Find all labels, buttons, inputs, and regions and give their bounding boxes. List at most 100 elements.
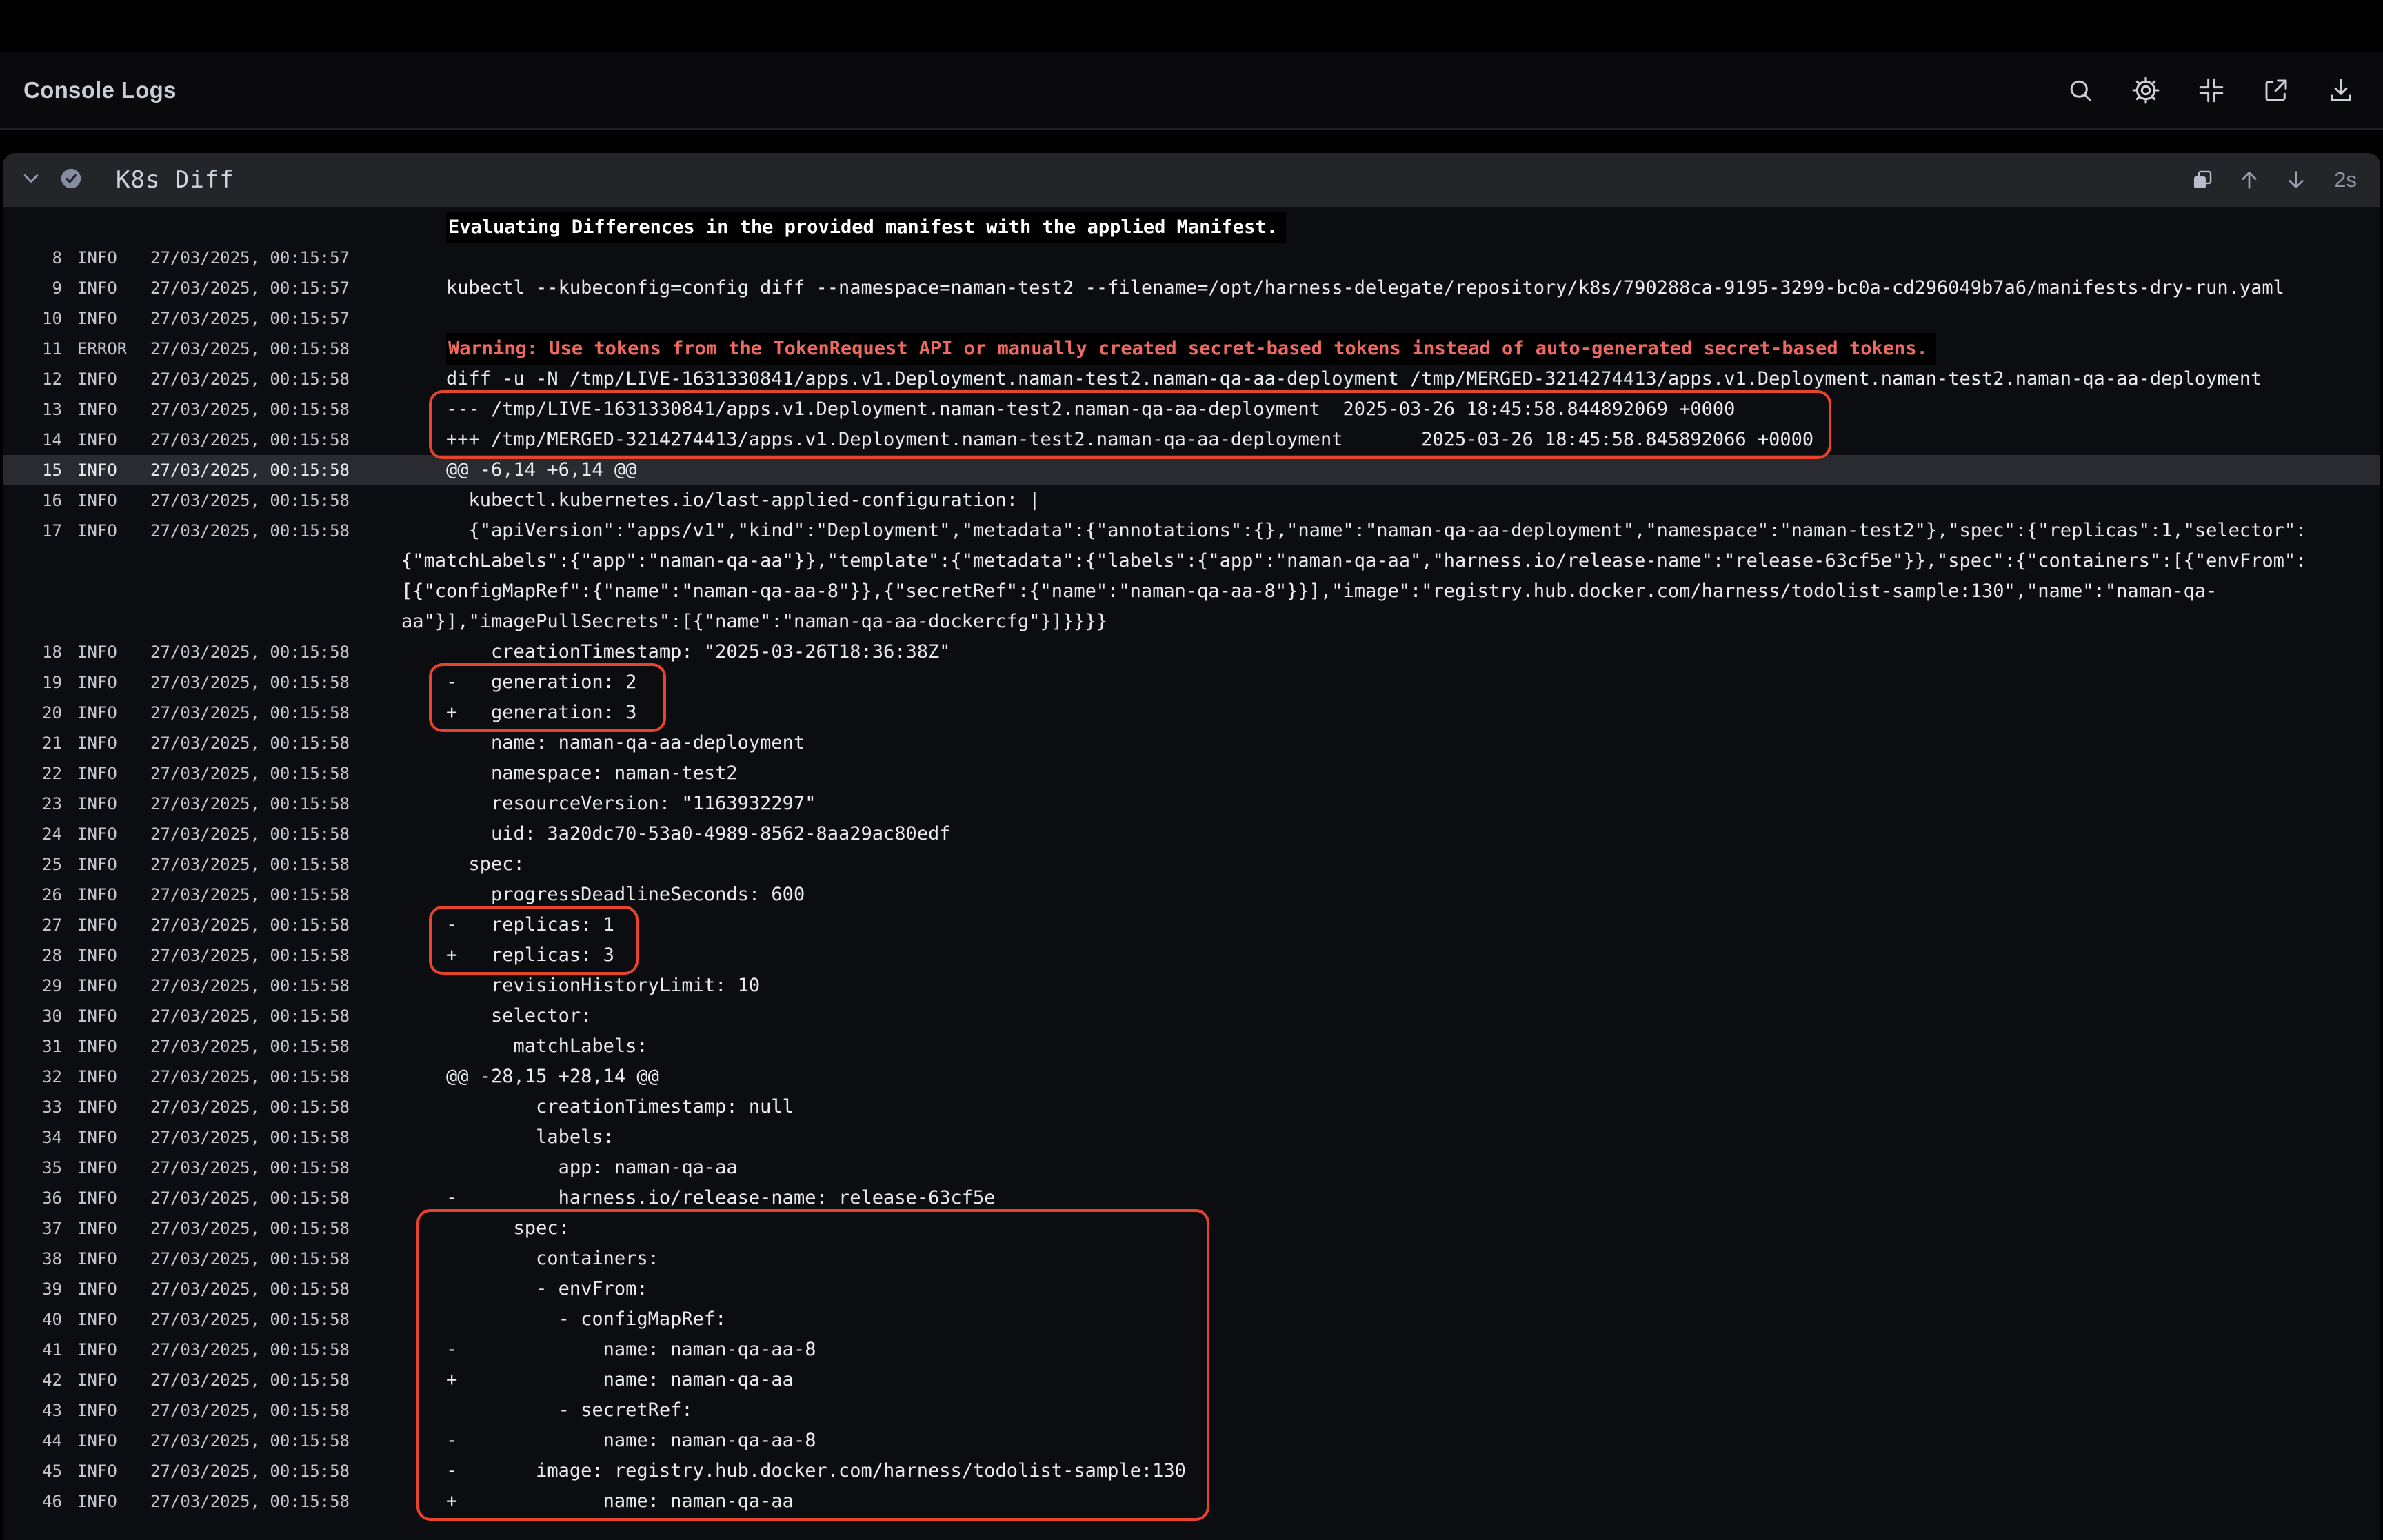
open-in-new-button[interactable] xyxy=(2262,76,2291,105)
log-message: - image: registry.hub.docker.com/harness… xyxy=(401,1456,2380,1486)
k8s-diff-step-panel: K8s Diff xyxy=(3,153,2380,1540)
log-timestamp: 27/03/2025, 00:15:58 xyxy=(150,339,401,358)
log-message: - name: naman-qa-aa-8 xyxy=(401,1426,2380,1456)
search-button[interactable] xyxy=(2066,76,2095,105)
log-level: INFO xyxy=(77,885,150,904)
log-timestamp: 27/03/2025, 00:15:57 xyxy=(150,309,401,328)
log-message: kubectl.kubernetes.io/last-applied-confi… xyxy=(401,485,2380,516)
log-timestamp: 27/03/2025, 00:15:58 xyxy=(150,369,401,389)
log-line-number: 10 xyxy=(3,309,62,328)
log-timestamp: 27/03/2025, 00:15:58 xyxy=(150,430,401,449)
collapse-button[interactable] xyxy=(2197,76,2226,105)
scroll-to-top-button[interactable] xyxy=(2238,168,2261,192)
window-top-bar xyxy=(0,0,2383,52)
log-level: INFO xyxy=(77,1401,150,1420)
log-message: + name: naman-qa-aa xyxy=(401,1365,2380,1395)
log-timestamp: 27/03/2025, 00:15:58 xyxy=(150,521,401,540)
log-level: INFO xyxy=(77,1249,150,1268)
log-row: 10INFO27/03/2025, 00:15:57 xyxy=(3,303,2380,334)
log-level: INFO xyxy=(77,946,150,965)
log-timestamp: 27/03/2025, 00:15:58 xyxy=(150,1188,401,1208)
k8s-diff-step-header[interactable]: K8s Diff xyxy=(3,153,2380,207)
log-message: app: naman-qa-aa xyxy=(401,1153,2380,1183)
log-message: {"apiVersion":"apps/v1","kind":"Deployme… xyxy=(401,516,2380,546)
header-actions xyxy=(2066,75,2355,105)
log-timestamp: 27/03/2025, 00:15:58 xyxy=(150,642,401,662)
log-level: INFO xyxy=(77,733,150,753)
log-message: spec: xyxy=(401,849,2380,880)
log-timestamp: 27/03/2025, 00:15:58 xyxy=(150,794,401,813)
log-line-number: 12 xyxy=(3,369,62,389)
log-timestamp: 27/03/2025, 00:15:58 xyxy=(150,460,401,480)
step-duration: 2s xyxy=(2334,168,2357,192)
log-line-number: 19 xyxy=(3,673,62,692)
log-message: {"matchLabels":{"app":"naman-qa-aa"}},"t… xyxy=(401,546,2380,576)
log-level: INFO xyxy=(77,1158,150,1177)
log-message: labels: xyxy=(401,1122,2380,1153)
log-timestamp: 27/03/2025, 00:15:58 xyxy=(150,946,401,965)
log-line-number: 38 xyxy=(3,1249,62,1268)
log-timestamp: 27/03/2025, 00:15:58 xyxy=(150,855,401,874)
log-message: + generation: 3 xyxy=(401,698,2380,728)
log-line-number: 11 xyxy=(3,339,62,358)
log-line-number: 44 xyxy=(3,1431,62,1450)
log-row: 21INFO27/03/2025, 00:15:58 name: naman-q… xyxy=(3,728,2380,758)
log-message: diff -u -N /tmp/LIVE-1631330841/apps.v1.… xyxy=(401,364,2380,394)
log-message: - harness.io/release-name: release-63cf5… xyxy=(401,1183,2380,1213)
gear-icon xyxy=(2131,75,2161,105)
log-line-number: 24 xyxy=(3,824,62,844)
log-rows: Evaluating Differences in the provided m… xyxy=(3,212,2380,1517)
log-row: 22INFO27/03/2025, 00:15:58 namespace: na… xyxy=(3,758,2380,789)
log-timestamp: 27/03/2025, 00:15:58 xyxy=(150,1279,401,1299)
log-message: Evaluating Differences in the provided m… xyxy=(401,212,2380,243)
log-line-number: 15 xyxy=(3,460,62,480)
log-row: 44INFO27/03/2025, 00:15:58 - name: naman… xyxy=(3,1426,2380,1456)
log-row: 36INFO27/03/2025, 00:15:58 - harness.io/… xyxy=(3,1183,2380,1213)
log-line-number: 16 xyxy=(3,491,62,510)
log-timestamp: 27/03/2025, 00:15:57 xyxy=(150,248,401,267)
log-line-number: 25 xyxy=(3,855,62,874)
copy-logs-button[interactable] xyxy=(2191,168,2214,192)
log-line-number: 32 xyxy=(3,1067,62,1086)
log-level: ERROR xyxy=(77,339,150,358)
log-row: 30INFO27/03/2025, 00:15:58 selector: xyxy=(3,1001,2380,1031)
log-row: 15INFO27/03/2025, 00:15:58 @@ -6,14 +6,1… xyxy=(3,455,2380,485)
log-row: 23INFO27/03/2025, 00:15:58 resourceVersi… xyxy=(3,789,2380,819)
scroll-to-bottom-button[interactable] xyxy=(2284,168,2308,192)
log-line-number: 21 xyxy=(3,733,62,753)
log-level: INFO xyxy=(77,491,150,510)
log-message: Warning: Use tokens from the TokenReques… xyxy=(401,333,2380,365)
log-level: INFO xyxy=(77,1431,150,1450)
log-timestamp: 27/03/2025, 00:15:58 xyxy=(150,915,401,935)
download-button[interactable] xyxy=(2326,76,2355,105)
log-level: INFO xyxy=(77,248,150,267)
download-icon xyxy=(2326,76,2355,105)
log-timestamp: 27/03/2025, 00:15:58 xyxy=(150,976,401,995)
log-line-number: 31 xyxy=(3,1037,62,1056)
log-timestamp: 27/03/2025, 00:15:58 xyxy=(150,824,401,844)
log-line-number: 14 xyxy=(3,430,62,449)
log-level: INFO xyxy=(77,764,150,783)
log-row: 17INFO27/03/2025, 00:15:58 {"apiVersion"… xyxy=(3,516,2380,546)
log-timestamp: 27/03/2025, 00:15:58 xyxy=(150,1401,401,1420)
log-line-number: 37 xyxy=(3,1219,62,1238)
log-level: INFO xyxy=(77,1340,150,1359)
settings-button[interactable] xyxy=(2131,75,2161,105)
log-viewport[interactable]: Evaluating Differences in the provided m… xyxy=(3,207,2380,1540)
log-timestamp: 27/03/2025, 00:15:58 xyxy=(150,400,401,419)
log-row: 40INFO27/03/2025, 00:15:58 - configMapRe… xyxy=(3,1304,2380,1335)
log-message: uid: 3a20dc70-53a0-4989-8562-8aa29ac80ed… xyxy=(401,819,2380,849)
log-row: 13INFO27/03/2025, 00:15:58 --- /tmp/LIVE… xyxy=(3,394,2380,425)
log-message: +++ /tmp/MERGED-3214274413/apps.v1.Deplo… xyxy=(401,425,2380,455)
log-level: INFO xyxy=(77,824,150,844)
log-message: - generation: 2 xyxy=(401,667,2380,698)
log-level: INFO xyxy=(77,915,150,935)
log-message: - configMapRef: xyxy=(401,1304,2380,1335)
log-timestamp: 27/03/2025, 00:15:58 xyxy=(150,1310,401,1329)
log-message: resourceVersion: "1163932297" xyxy=(401,789,2380,819)
log-row: 24 INFO27/03/2025, 00:15:58 uid: 3a20dc70… xyxy=(3,819,2380,849)
log-line-number: 26 xyxy=(3,885,62,904)
log-row: 12INFO27/03/2025, 00:15:58 diff -u -N /t… xyxy=(3,364,2380,394)
log-line-number: 30 xyxy=(3,1006,62,1026)
chevron-down-icon[interactable] xyxy=(21,168,41,192)
